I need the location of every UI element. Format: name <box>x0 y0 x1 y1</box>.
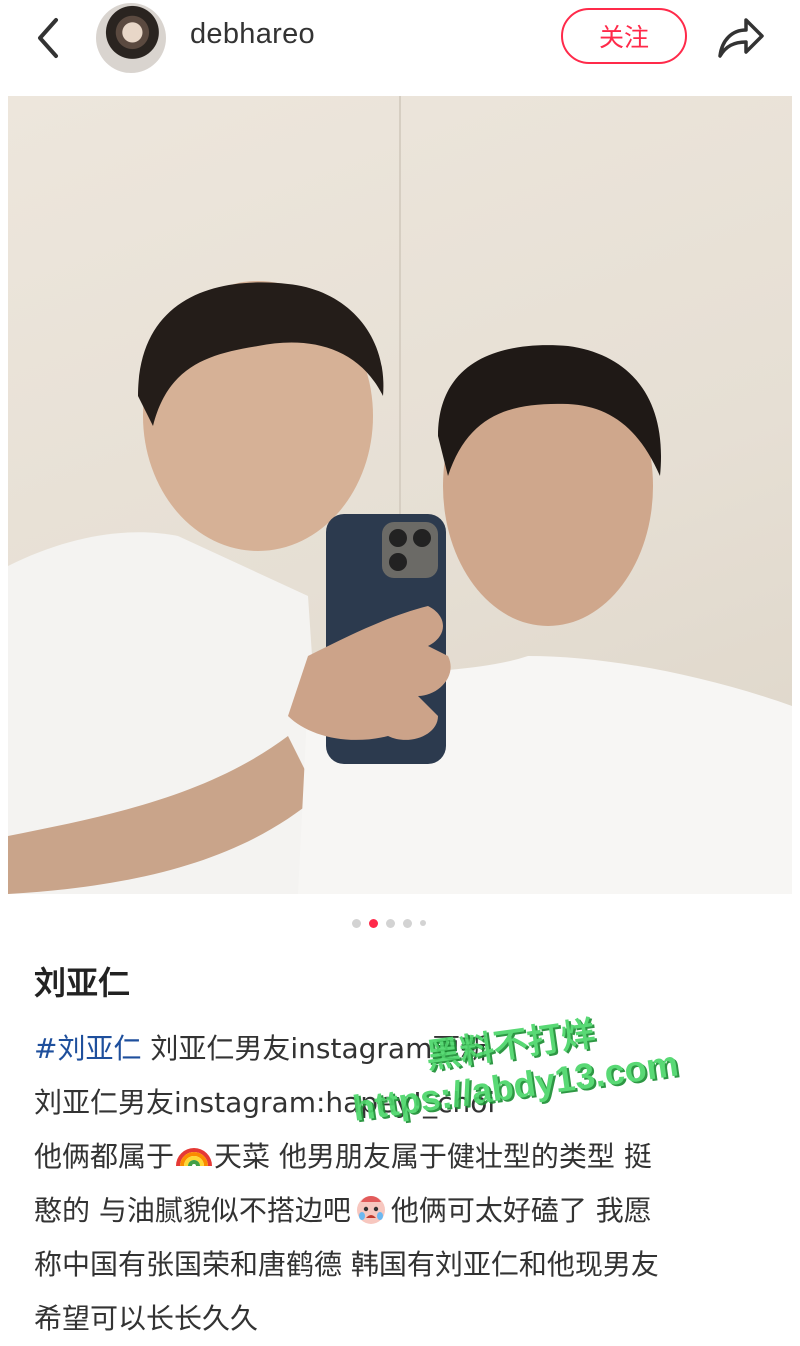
share-button[interactable] <box>714 14 766 60</box>
body-line-4: 憨的 与油腻貌似不搭边吧 他俩可太好磕了 我愿 <box>34 1184 774 1238</box>
crying-emoji-icon <box>356 1196 385 1224</box>
follow-button[interactable]: 关注 <box>561 8 687 64</box>
avatar[interactable] <box>96 3 166 73</box>
body-text: 刘亚仁男友instagram更新 <box>150 1032 489 1065</box>
body-line-6: 希望可以长长久久 <box>34 1292 774 1346</box>
body-text: 称中国有张国荣和唐鹤德 韩国有刘亚仁和他现男友 <box>34 1248 659 1281</box>
body-line-3: 他俩都属于 天菜 他男朋友属于健壮型的类型 挺 <box>34 1130 774 1184</box>
carousel-indicator <box>352 918 426 928</box>
body-text: 憨的 与油腻貌似不搭边吧 <box>34 1194 351 1227</box>
body-text: 他俩都属于 <box>34 1140 175 1173</box>
back-button[interactable] <box>30 16 70 60</box>
carousel-dot[interactable] <box>403 918 412 928</box>
carousel-dot[interactable] <box>420 920 426 926</box>
body-text: 他俩可太好磕了 我愿 <box>390 1194 652 1227</box>
body-text: 天菜 他男朋友属于健壮型的类型 挺 <box>214 1140 652 1173</box>
carousel-dot[interactable] <box>386 918 395 928</box>
body-line-2: 刘亚仁男友instagram:hapey!_choi <box>34 1076 774 1130</box>
rainbow-emoji-icon <box>176 1148 213 1167</box>
post-image[interactable] <box>8 96 792 894</box>
photo-illustration <box>8 96 792 894</box>
post-body: #刘亚仁 刘亚仁男友instagram更新 刘亚仁男友instagram:hap… <box>34 1022 774 1346</box>
body-text: 希望可以长长久久 <box>34 1302 259 1335</box>
share-icon <box>718 18 764 58</box>
carousel-dot[interactable] <box>352 918 361 928</box>
body-line-1: #刘亚仁 刘亚仁男友instagram更新 <box>34 1022 774 1076</box>
hashtag-link[interactable]: #刘亚仁 <box>34 1032 141 1065</box>
body-line-5: 称中国有张国荣和唐鹤德 韩国有刘亚仁和他现男友 <box>34 1238 774 1292</box>
username[interactable]: debhareo <box>190 18 315 51</box>
body-text: 刘亚仁男友instagram:hapey!_choi <box>34 1086 496 1119</box>
post-title: 刘亚仁 <box>34 964 131 1002</box>
top-bar: debhareo 关注 <box>0 0 800 80</box>
back-arrow-icon <box>38 18 58 58</box>
carousel-dot-active[interactable] <box>369 918 378 928</box>
